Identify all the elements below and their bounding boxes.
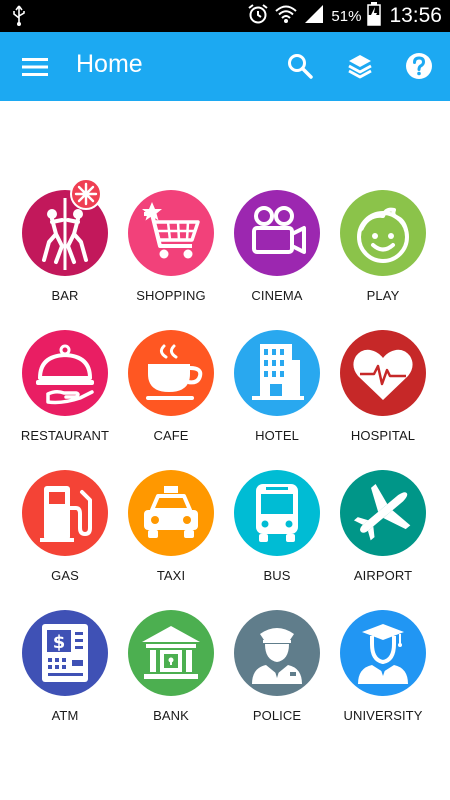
category-gas[interactable]: GAS — [10, 470, 120, 600]
status-bar: 51% 13:56 — [0, 0, 450, 32]
page-title: Home — [76, 50, 143, 78]
category-cafe[interactable]: CAFE — [116, 330, 226, 460]
category-icon-circle — [340, 190, 426, 276]
bank-building-icon — [142, 626, 200, 679]
wifi-icon — [275, 4, 298, 29]
category-icon-circle — [128, 610, 214, 696]
layers-icon[interactable] — [345, 51, 375, 81]
category-shopping[interactable]: SHOPPING — [116, 190, 226, 320]
graduate-icon — [358, 624, 408, 684]
hotel-building-icon — [252, 344, 304, 400]
police-officer-icon — [252, 628, 302, 684]
category-label: AIRPORT — [353, 568, 413, 583]
category-icon-circle — [234, 190, 320, 276]
category-label: PLAY — [366, 288, 400, 303]
category-icon-circle — [128, 190, 214, 276]
cloche-icon — [36, 344, 94, 405]
category-icon-circle — [128, 470, 214, 556]
category-icon-circle — [128, 330, 214, 416]
taxi-icon — [144, 486, 198, 538]
category-icon-circle — [234, 610, 320, 696]
clock: 13:56 — [389, 4, 442, 27]
category-play[interactable]: PLAY — [328, 190, 438, 320]
category-bank[interactable]: BANK — [116, 610, 226, 740]
coffee-cup-icon — [146, 344, 203, 400]
category-bar[interactable]: BAR — [10, 178, 120, 320]
smiley-kid-icon — [357, 207, 409, 263]
category-university[interactable]: UNIVERSITY — [328, 610, 438, 740]
category-icon-circle — [234, 330, 320, 416]
usb-icon — [12, 5, 26, 32]
category-icon-circle — [340, 610, 426, 696]
category-label: UNIVERSITY — [343, 708, 423, 723]
heartbeat-icon — [353, 349, 413, 400]
battery-charging-icon — [367, 1, 382, 31]
category-icon-circle — [22, 470, 108, 556]
shopping-cart-icon — [142, 202, 200, 259]
search-icon[interactable] — [285, 51, 315, 81]
category-icon-circle — [340, 470, 426, 556]
category-bus[interactable]: BUS — [222, 470, 332, 600]
bus-icon — [256, 484, 298, 542]
svg-text:$: $ — [53, 632, 66, 653]
airplane-icon — [353, 483, 411, 541]
category-police[interactable]: POLICE — [222, 610, 332, 740]
category-label: HOSPITAL — [350, 428, 416, 443]
category-icon-circle — [234, 470, 320, 556]
category-taxi[interactable]: TAXI — [116, 470, 226, 600]
battery-percent: 51% — [331, 7, 362, 25]
gas-pump-icon — [40, 486, 92, 542]
category-icon-circle: $ — [22, 610, 108, 696]
category-icon-circle — [22, 330, 108, 416]
sparkle-icon — [74, 182, 98, 206]
category-airport[interactable]: AIRPORT — [328, 470, 438, 600]
atm-machine-icon: $ — [42, 624, 88, 682]
category-restaurant[interactable]: RESTAURANT — [10, 330, 120, 460]
category-icon-circle — [340, 330, 426, 416]
movie-camera-icon — [252, 206, 306, 254]
category-cinema[interactable]: CINEMA — [222, 190, 332, 320]
category-atm[interactable]: $ ATM — [10, 610, 120, 740]
category-hotel[interactable]: HOTEL — [222, 330, 332, 460]
signal-icon — [303, 4, 325, 29]
app-bar: Home — [0, 32, 450, 101]
category-hospital[interactable]: HOSPITAL — [328, 330, 438, 460]
help-icon[interactable] — [404, 51, 434, 81]
alarm-icon — [247, 3, 269, 30]
menu-icon[interactable] — [20, 53, 50, 81]
new-badge — [70, 178, 102, 210]
